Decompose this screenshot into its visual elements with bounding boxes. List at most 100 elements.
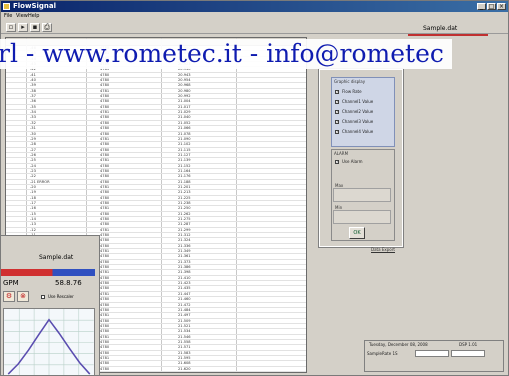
checkbox-icon — [41, 295, 45, 299]
table-cell: 21.164 — [178, 168, 191, 173]
table-cell: 21.583 — [178, 350, 191, 355]
table-cell: 4780 — [100, 168, 110, 173]
menu-help[interactable]: Help — [28, 13, 39, 20]
print-icon[interactable]: ⎙ — [42, 23, 52, 32]
table-cell: 4781 — [100, 227, 110, 232]
table-cell: 21.213 — [178, 190, 191, 195]
table-cell: -35 — [30, 104, 36, 109]
table-cell: 4781 — [100, 334, 110, 339]
table-cell: -37 — [30, 94, 36, 99]
table-cell: 4781 — [100, 270, 110, 275]
check-icon: ✓ — [335, 159, 340, 164]
table-cell: 4780 — [100, 83, 110, 88]
file-label-underline — [408, 34, 488, 36]
maximize-button[interactable]: □ — [487, 3, 496, 10]
data-export-link[interactable]: Data Export — [371, 247, 395, 253]
table-cell: 20.915 — [178, 56, 191, 61]
table-cell: 4780 — [100, 62, 110, 67]
table-cell: 4780 — [100, 259, 110, 264]
table-cell: 4781 — [100, 249, 110, 254]
table-cell: -45 — [30, 51, 36, 56]
table-cell: -33 — [30, 115, 36, 120]
table-cell: 21.349 — [178, 249, 191, 254]
minimize-button[interactable]: _ — [477, 3, 486, 10]
use-rescaler-checkbox[interactable]: Use Rescaler — [41, 294, 74, 299]
menu-view[interactable]: View — [16, 13, 28, 20]
sub-window-chart — [3, 308, 95, 375]
menu-file[interactable]: File — [4, 13, 12, 20]
table-cell: 21.176 — [178, 174, 191, 179]
sub-window[interactable]: Sample.dat GPM 58.8.76 ⚙ ⊗ Use Rescaler — [0, 235, 100, 376]
checkbox-channel1[interactable]: ✓ Channel1 Value — [335, 99, 373, 104]
table-cell: -39 — [30, 83, 36, 88]
table-cell: 21.312 — [178, 233, 191, 238]
table-cell: 4780 — [100, 46, 110, 50]
table-cell: 4780 — [100, 120, 110, 125]
table-cell: 21.324 — [178, 238, 191, 243]
table-cell: 4780 — [100, 152, 110, 157]
table-cell: 21.620 — [178, 366, 191, 371]
table-cell: 21.299 — [178, 227, 191, 232]
table-cell: -20 — [30, 184, 36, 189]
table-cell: 4780 — [100, 339, 110, 344]
status-field[interactable] — [415, 350, 449, 357]
settings-icon[interactable]: ⚙ — [3, 291, 15, 302]
table-cell: -44 — [30, 56, 36, 61]
new-icon[interactable]: ▫ — [6, 23, 16, 32]
graphic-display-title: Graphic display — [334, 79, 366, 84]
save-icon[interactable]: ▪ — [30, 23, 40, 32]
file-label: Sample.dat — [423, 25, 458, 32]
sub-window-unit: GPM — [3, 279, 19, 287]
table-cell: 4780 — [100, 131, 110, 136]
table-cell: 21.017 — [178, 104, 191, 109]
table-cell: -23 — [30, 168, 36, 173]
table-cell: 4780 — [100, 275, 110, 280]
status-field[interactable] — [451, 350, 485, 357]
table-cell: 4780 — [100, 56, 110, 61]
title-bar[interactable]: FlowSignal _ □ × — [1, 1, 508, 12]
table-cell: 4780 — [100, 147, 110, 152]
check-icon: ✓ — [335, 109, 340, 114]
checkbox-channel2[interactable]: ✓ Channel2 Value — [335, 109, 373, 114]
checkbox-channel4[interactable]: ✓ Channel4 Value — [335, 129, 373, 134]
checkbox-flow-rate[interactable]: ✓ Flow Rate — [335, 89, 362, 94]
alarm-max-field[interactable] — [333, 188, 391, 202]
table-cell: -36 — [30, 99, 36, 104]
table-cell: 21.029 — [178, 110, 191, 115]
table-cell: -42 — [30, 67, 36, 72]
table-cell: 21.139 — [178, 158, 191, 163]
table-cell: 21.004 — [178, 99, 191, 104]
table-cell: -29 — [30, 136, 36, 141]
table-cell: 4780 — [100, 238, 110, 243]
table-cell: 21.398 — [178, 270, 191, 275]
table-cell: 4780 — [100, 286, 110, 291]
open-icon[interactable]: ▸ — [18, 23, 28, 32]
ok-button[interactable]: OK — [349, 227, 365, 239]
table-cell: 4780 — [100, 179, 110, 184]
table-cell: 4780 — [100, 104, 110, 109]
table-cell: 20.992 — [178, 94, 191, 99]
table-cell: -32 — [30, 120, 36, 125]
use-alarm-checkbox[interactable]: ✓ Use Alarm — [335, 159, 363, 164]
checkbox-channel3[interactable]: ✓ Channel3 Value — [335, 119, 373, 124]
table-cell: 20.954 — [178, 78, 191, 83]
sub-window-title: Sample.dat — [39, 254, 74, 261]
alarm-min-field[interactable] — [333, 210, 391, 224]
stop-icon[interactable]: ⊗ — [17, 291, 29, 302]
table-cell: 4780 — [100, 233, 110, 238]
close-button[interactable]: × — [497, 3, 506, 10]
table-cell: -26 — [30, 152, 36, 157]
table-cell: 4781 — [100, 158, 110, 163]
table-cell: 21.447 — [178, 291, 191, 296]
table-cell: 21.336 — [178, 243, 191, 248]
table-cell: 21.052 — [178, 120, 191, 125]
table-cell: 21.078 — [178, 131, 191, 136]
table-cell: 4781 — [100, 67, 110, 72]
sub-window-value: 58.8.76 — [55, 279, 82, 287]
table-cell: 21.275 — [178, 217, 191, 221]
table-cell: -12 — [30, 227, 36, 232]
table-cell: 4781 — [100, 88, 110, 93]
table-cell: -19 — [30, 190, 36, 195]
table-cell: 4780 — [100, 366, 110, 371]
table-cell: 21.595 — [178, 355, 191, 360]
